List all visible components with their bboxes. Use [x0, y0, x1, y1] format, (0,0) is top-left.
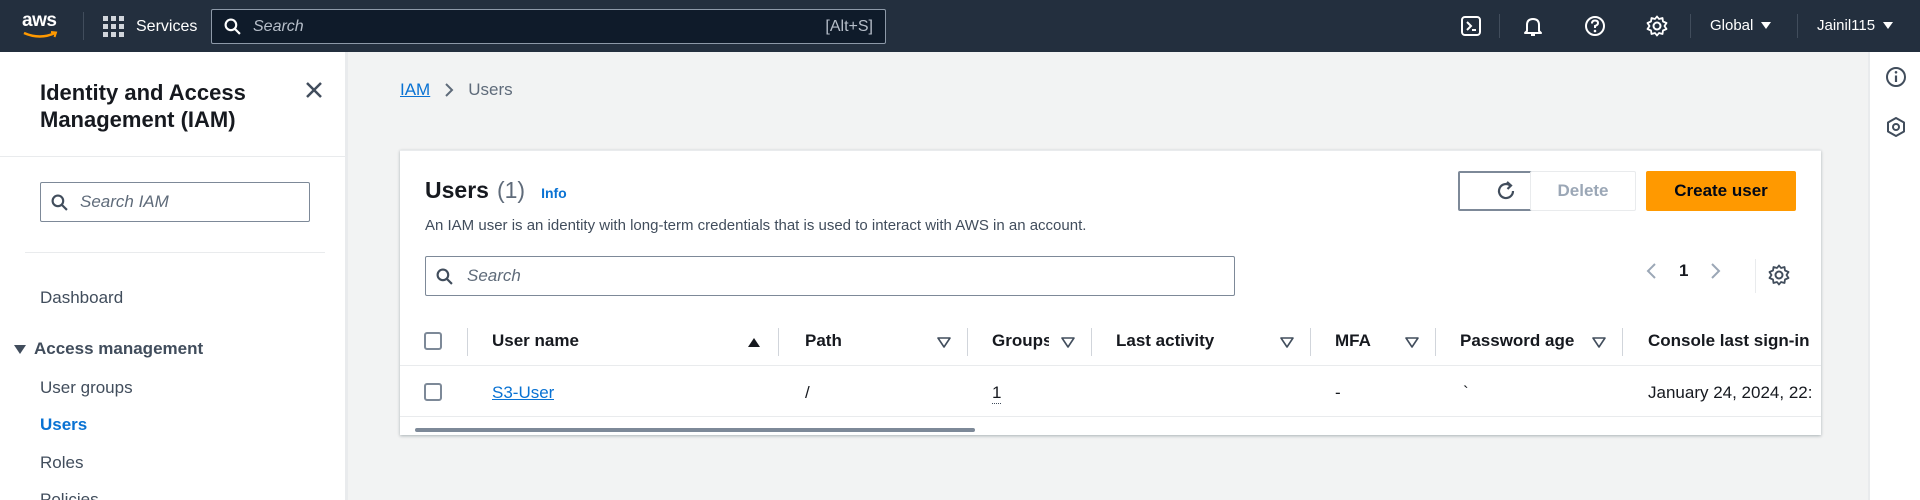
info-icon[interactable] — [1885, 66, 1907, 88]
pagination: 1 — [1645, 261, 1722, 281]
create-user-button[interactable]: Create user — [1646, 171, 1796, 211]
divider — [1755, 259, 1756, 293]
nav-divider — [83, 12, 84, 40]
table-row: S3-User / 1 - ` January 24, 2024, 22: — [400, 367, 1821, 417]
user-name-link[interactable]: S3-User — [492, 383, 554, 403]
sidebar-section-access-management[interactable]: Access management — [14, 339, 203, 359]
top-navigation: aws Services Search [Alt+S] Global Jaini… — [0, 0, 1920, 52]
column-divider — [778, 328, 779, 356]
caret-down-icon — [14, 344, 26, 354]
sort-icon[interactable] — [937, 337, 951, 348]
chevron-right-icon — [445, 83, 454, 97]
column-header-groups[interactable]: Groups — [992, 331, 1049, 351]
settings-gear-icon[interactable] — [1644, 13, 1670, 39]
users-description: An IAM user is an identity with long-ter… — [425, 217, 1087, 234]
column-divider — [967, 328, 968, 356]
sidebar-item-user-groups[interactable]: User groups — [40, 378, 133, 398]
notifications-icon[interactable] — [1520, 13, 1546, 39]
sort-icon[interactable] — [1280, 337, 1294, 348]
column-divider — [467, 328, 468, 356]
table-header: User name Path Groups Last activity MFA … — [400, 316, 1821, 366]
column-header-path[interactable]: Path — [805, 331, 915, 351]
select-all-checkbox[interactable] — [424, 332, 442, 350]
delete-button[interactable]: Delete — [1530, 171, 1636, 211]
page-title: Users (1) Info — [425, 177, 567, 204]
breadcrumb-current: Users — [468, 80, 513, 99]
sort-icon[interactable] — [1061, 337, 1075, 348]
users-search-input[interactable]: Search — [425, 256, 1235, 296]
row-select-checkbox[interactable] — [424, 383, 442, 401]
cell-console-last-sign-in: January 24, 2024, 22: — [1648, 383, 1813, 402]
close-icon[interactable] — [302, 78, 326, 102]
iam-search-input[interactable]: Search IAM — [40, 182, 310, 222]
feedback-icon[interactable] — [1885, 116, 1907, 138]
column-divider — [1091, 328, 1092, 356]
aws-logo-text: aws — [22, 10, 57, 31]
breadcrumb: IAM Users — [400, 80, 513, 100]
caret-down-icon — [1883, 22, 1894, 29]
column-header-password-age[interactable]: Password age — [1460, 331, 1600, 351]
account-menu[interactable]: Jainil115 — [1817, 17, 1894, 34]
sidebar-item-policies[interactable]: Policies — [40, 490, 99, 500]
side-nav-title: Identity and Access Management (IAM) — [40, 80, 246, 132]
sidebar-item-dashboard[interactable]: Dashboard — [40, 288, 123, 308]
cell-groups[interactable]: 1 — [992, 383, 1002, 404]
users-table-container: Users (1) Info An IAM user is an identit… — [400, 150, 1821, 435]
services-menu-button[interactable]: Services — [103, 16, 197, 37]
aws-smile-icon — [23, 31, 58, 38]
cell-path: / — [805, 383, 810, 402]
page-number[interactable]: 1 — [1679, 261, 1688, 281]
horizontal-scrollbar[interactable] — [415, 428, 975, 432]
search-icon — [436, 268, 453, 285]
divider — [25, 252, 325, 253]
section-label: Access management — [34, 339, 204, 358]
users-heading: Users — [425, 177, 489, 203]
column-divider — [1622, 328, 1623, 356]
apps-grid-icon — [103, 16, 124, 37]
info-link[interactable]: Info — [541, 185, 567, 201]
sort-ascending-icon[interactable] — [747, 337, 761, 348]
search-icon — [51, 194, 68, 211]
sort-icon[interactable] — [1592, 337, 1606, 348]
services-label: Services — [136, 17, 198, 35]
sort-icon[interactable] — [1405, 337, 1419, 348]
column-divider — [1310, 328, 1311, 356]
table-settings-icon[interactable] — [1768, 264, 1790, 291]
account-name: Jainil115 — [1817, 17, 1876, 34]
search-shortcut: [Alt+S] — [825, 17, 873, 35]
cell-password-age: ` — [1463, 383, 1469, 402]
search-icon — [224, 18, 241, 35]
column-header-mfa[interactable]: MFA — [1335, 331, 1395, 351]
side-navigation: Identity and Access Management (IAM) Sea… — [0, 52, 348, 500]
help-icon[interactable] — [1582, 13, 1608, 39]
region-label: Global — [1710, 17, 1754, 34]
caret-down-icon — [1761, 22, 1772, 29]
nav-divider — [1797, 14, 1798, 38]
column-header-console-last-sign-in[interactable]: Console last sign-in — [1648, 331, 1821, 351]
chevron-left-icon[interactable] — [1645, 262, 1657, 280]
sidebar-item-users[interactable]: Users — [40, 415, 87, 435]
tools-rail — [1868, 52, 1920, 500]
chevron-right-icon[interactable] — [1710, 262, 1722, 280]
users-search-placeholder: Search — [467, 266, 521, 285]
breadcrumb-iam-link[interactable]: IAM — [400, 80, 430, 100]
nav-divider — [1499, 14, 1500, 38]
global-search-input[interactable]: Search [Alt+S] — [211, 9, 886, 44]
cloudshell-icon[interactable] — [1458, 13, 1484, 39]
refresh-icon — [1497, 181, 1515, 200]
column-header-user-name[interactable]: User name — [492, 331, 692, 351]
nav-divider — [1690, 14, 1691, 38]
region-selector[interactable]: Global — [1710, 17, 1772, 34]
divider — [0, 156, 345, 157]
column-header-last-activity[interactable]: Last activity — [1116, 331, 1276, 351]
aws-logo[interactable]: aws — [22, 10, 62, 40]
cell-mfa: - — [1335, 383, 1341, 402]
global-search-placeholder: Search — [253, 17, 304, 35]
column-divider — [1435, 328, 1436, 356]
users-count: (1) — [496, 177, 526, 203]
iam-search-placeholder: Search IAM — [80, 192, 169, 211]
sidebar-item-roles[interactable]: Roles — [40, 453, 83, 473]
